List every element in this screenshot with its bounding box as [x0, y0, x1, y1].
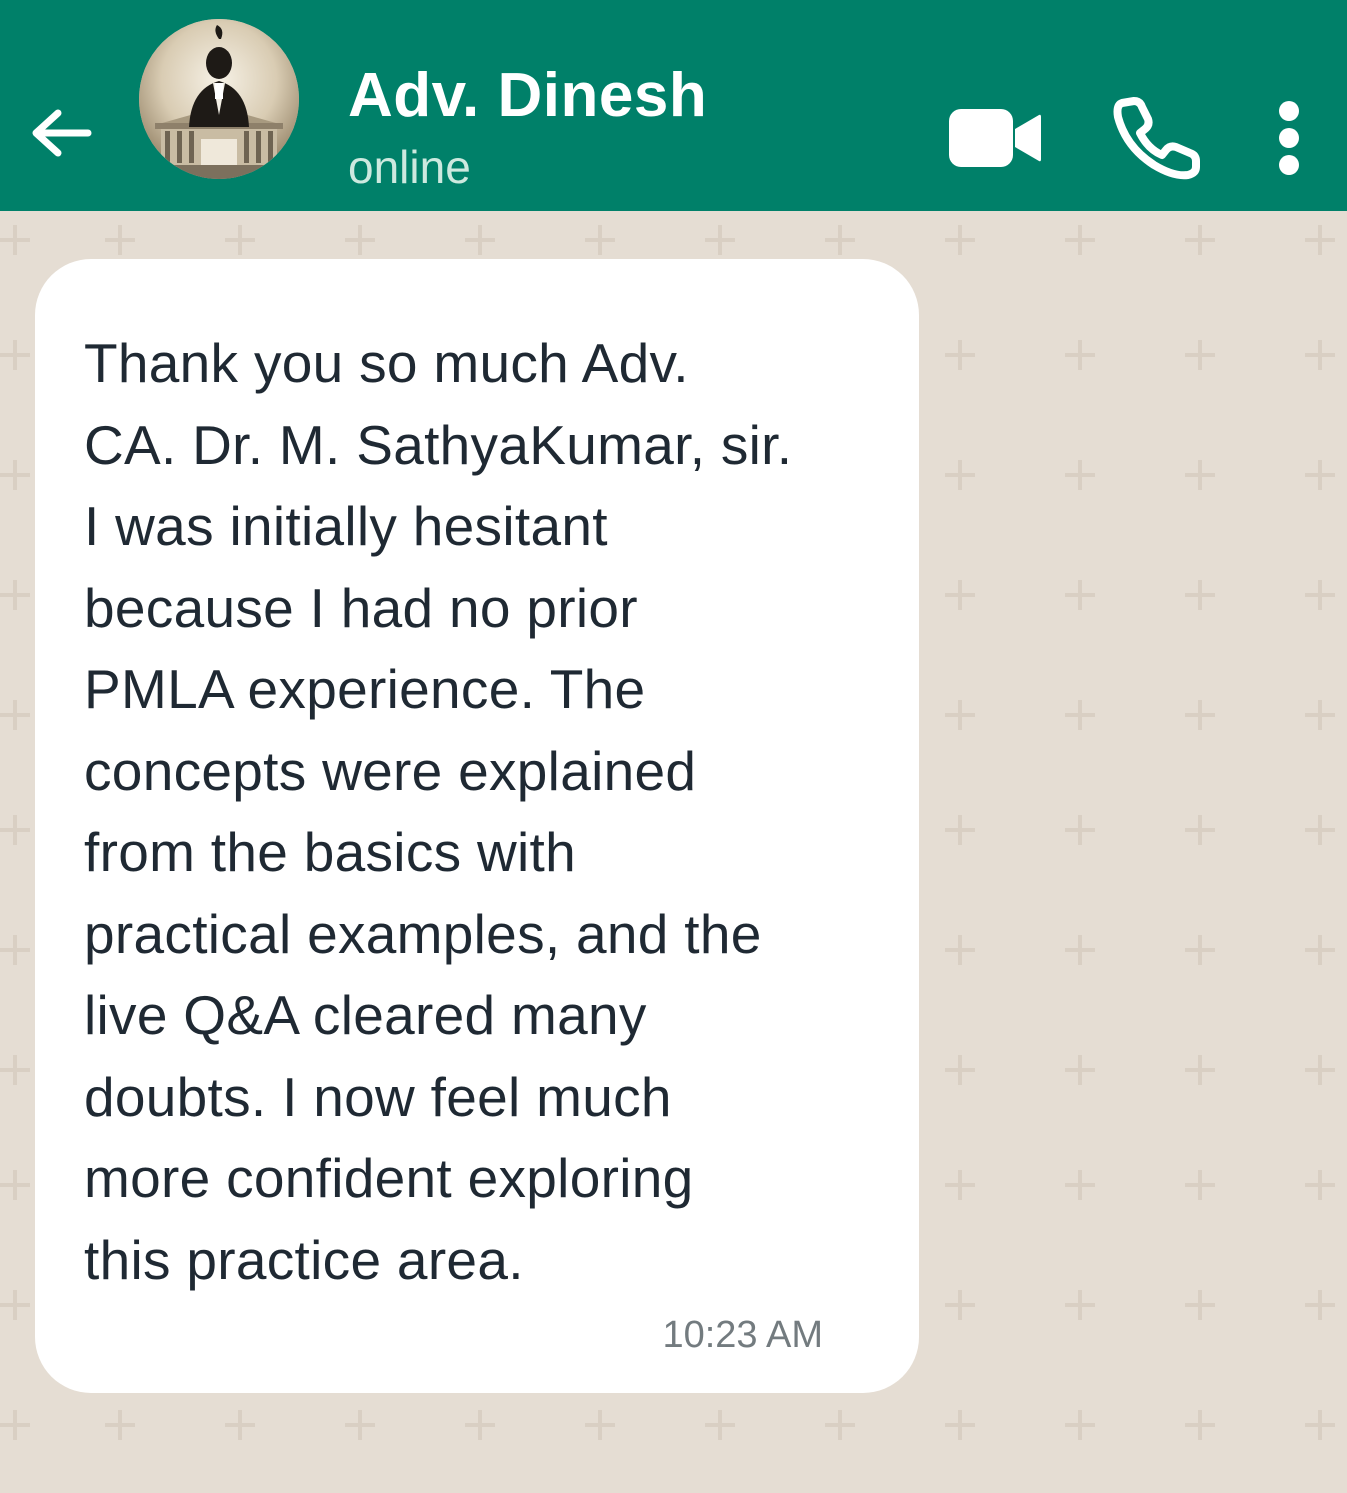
wallpaper-plus [945, 460, 975, 490]
wallpaper-plus [1305, 815, 1335, 845]
wallpaper-plus [1065, 580, 1095, 610]
wallpaper-plus [0, 225, 30, 255]
wallpaper-plus [0, 700, 30, 730]
wallpaper-plus [945, 225, 975, 255]
back-button[interactable] [28, 100, 94, 166]
wallpaper-plus [585, 225, 615, 255]
wallpaper-plus [945, 340, 975, 370]
wallpaper-plus [0, 580, 30, 610]
wallpaper-plus [825, 225, 855, 255]
wallpaper-plus [1185, 225, 1215, 255]
video-camera-icon [949, 109, 1041, 167]
wallpaper-plus [1305, 935, 1335, 965]
wallpaper-plus [1305, 225, 1335, 255]
wallpaper-plus [705, 225, 735, 255]
profile-photo [139, 19, 299, 179]
wallpaper-plus [705, 1410, 735, 1440]
wallpaper-plus [1065, 815, 1095, 845]
wallpaper-plus [1305, 1055, 1335, 1085]
wallpaper-plus [1065, 1290, 1095, 1320]
contact-name[interactable]: Adv. Dinesh [348, 60, 707, 131]
wallpaper-plus [1065, 340, 1095, 370]
message-text: Thank you so much Adv. CA. Dr. M. Sathya… [84, 332, 793, 1291]
chat-header: Adv. Dinesh online [0, 0, 1347, 211]
more-vertical-icon [1279, 101, 1299, 175]
message-bubble-incoming[interactable]: Thank you so much Adv. CA. Dr. M. Sathya… [35, 259, 919, 1393]
contact-status: online [348, 141, 471, 193]
wallpaper-plus [0, 460, 30, 490]
wallpaper-plus [0, 935, 30, 965]
video-call-button[interactable] [945, 103, 1045, 173]
wallpaper-plus [945, 1170, 975, 1200]
wallpaper-plus [1305, 460, 1335, 490]
wallpaper-plus [1185, 700, 1215, 730]
wallpaper-plus [1185, 815, 1215, 845]
wallpaper-plus [465, 1410, 495, 1440]
chat-screen: Adv. Dinesh online Thank you so much Adv… [0, 0, 1347, 1493]
wallpaper-plus [0, 1290, 30, 1320]
wallpaper-plus [945, 1055, 975, 1085]
voice-call-button[interactable] [1112, 95, 1204, 181]
wallpaper-plus [825, 1410, 855, 1440]
phone-icon [1113, 97, 1200, 180]
wallpaper-plus [1185, 340, 1215, 370]
avatar[interactable] [139, 19, 299, 179]
wallpaper-plus [945, 935, 975, 965]
wallpaper-plus [345, 225, 375, 255]
wallpaper-plus [1065, 700, 1095, 730]
wallpaper-plus [1305, 1170, 1335, 1200]
wallpaper-plus [225, 1410, 255, 1440]
wallpaper-plus [1065, 225, 1095, 255]
wallpaper-plus [1185, 1055, 1215, 1085]
wallpaper-plus [1065, 935, 1095, 965]
wallpaper-plus [0, 1055, 30, 1085]
more-options-button[interactable] [1266, 100, 1312, 176]
wallpaper-plus [0, 815, 30, 845]
wallpaper-plus [1305, 1410, 1335, 1440]
arrow-left-icon [32, 109, 92, 157]
wallpaper-plus [465, 225, 495, 255]
wallpaper-plus [945, 1410, 975, 1440]
wallpaper-plus [945, 700, 975, 730]
wallpaper-plus [1185, 1170, 1215, 1200]
wallpaper-plus [1305, 1290, 1335, 1320]
wallpaper-plus [1065, 460, 1095, 490]
wallpaper-plus [0, 340, 30, 370]
wallpaper-plus [1065, 1170, 1095, 1200]
wallpaper-plus [1185, 580, 1215, 610]
wallpaper-plus [225, 225, 255, 255]
wallpaper-plus [945, 1290, 975, 1320]
wallpaper-plus [1185, 935, 1215, 965]
wallpaper-plus [945, 580, 975, 610]
wallpaper-plus [1185, 460, 1215, 490]
wallpaper-plus [0, 1170, 30, 1200]
wallpaper-plus [105, 225, 135, 255]
wallpaper-plus [105, 1410, 135, 1440]
wallpaper-plus [1185, 1410, 1215, 1440]
wallpaper-plus [1305, 580, 1335, 610]
wallpaper-plus [345, 1410, 375, 1440]
wallpaper-plus [1305, 340, 1335, 370]
wallpaper-plus [945, 815, 975, 845]
wallpaper-plus [1305, 700, 1335, 730]
wallpaper-plus [0, 1410, 30, 1440]
wallpaper-plus [1185, 1290, 1215, 1320]
message-timestamp: 10:23 AM [662, 1314, 823, 1356]
wallpaper-plus [1065, 1410, 1095, 1440]
wallpaper-plus [1065, 1055, 1095, 1085]
wallpaper-plus [585, 1410, 615, 1440]
